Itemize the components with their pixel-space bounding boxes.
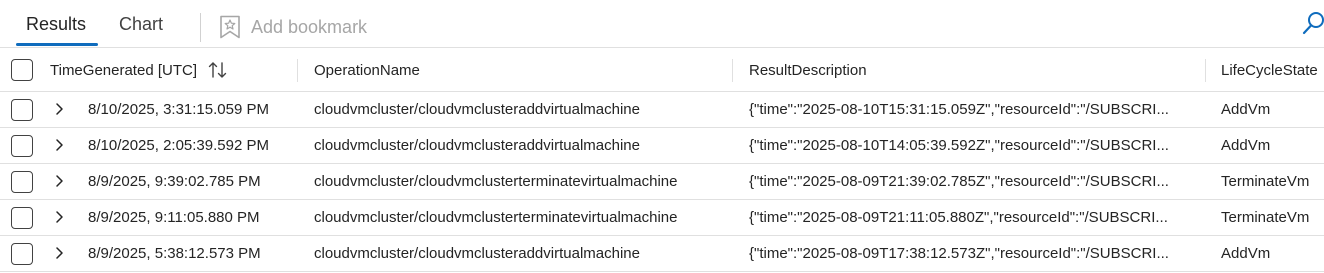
table-header-row: TimeGenerated [UTC] OperationName Result… [0, 49, 1324, 92]
toolbar-divider [200, 13, 201, 42]
cell-lifecyclestate: TerminateVm [1221, 173, 1310, 190]
row-select-checkbox[interactable] [11, 171, 33, 193]
column-header-label: LifeCycleState [1221, 61, 1318, 79]
cell-timegenerated: 8/10/2025, 3:31:15.059 PM [88, 101, 269, 118]
table-body: 8/10/2025, 3:31:15.059 PM cloudvmcluster/… [0, 92, 1324, 272]
column-divider[interactable] [1205, 59, 1206, 82]
column-divider[interactable] [297, 59, 298, 82]
table-row[interactable]: 8/9/2025, 9:39:02.785 PM cloudvmcluster/c… [0, 164, 1324, 200]
table-row[interactable]: 8/10/2025, 3:31:15.059 PM cloudvmcluster/… [0, 92, 1324, 128]
cell-timegenerated: 8/10/2025, 2:05:39.592 PM [88, 137, 269, 154]
sort-arrows-icon[interactable] [207, 60, 229, 80]
cell-lifecyclestate: AddVm [1221, 245, 1271, 262]
column-header-timegenerated[interactable]: TimeGenerated [UTC] [50, 49, 290, 91]
bookmark-icon [220, 15, 240, 39]
active-tab-indicator [16, 43, 98, 46]
cell-resultdescription: {"time":"2025-08-09T21:11:05.880Z","reso… [749, 209, 1168, 226]
cell-operationname: cloudvmcluster/cloudvmclusteraddvirtualm… [314, 245, 640, 262]
column-header-label: TimeGenerated [UTC] [50, 61, 197, 79]
cell-operationname: cloudvmcluster/cloudvmclusteraddvirtualm… [314, 101, 640, 118]
table-row[interactable]: 8/10/2025, 2:05:39.592 PM cloudvmcluster/… [0, 128, 1324, 164]
column-header-operationname[interactable]: OperationName [314, 49, 729, 91]
row-select-checkbox[interactable] [11, 135, 33, 157]
column-header-label: ResultDescription [749, 61, 867, 79]
add-bookmark-button[interactable]: Add bookmark [219, 15, 367, 39]
table-row[interactable]: 8/9/2025, 5:38:12.573 PM cloudvmcluster/c… [0, 236, 1324, 272]
cell-timegenerated: 8/9/2025, 9:11:05.880 PM [88, 209, 260, 226]
row-select-checkbox[interactable] [11, 207, 33, 229]
column-header-lifecyclestate[interactable]: LifeCycleState [1221, 49, 1324, 91]
cell-operationname: cloudvmcluster/cloudvmclusteraddvirtualm… [314, 137, 640, 154]
cell-operationname: cloudvmcluster/cloudvmclusterterminatevi… [314, 209, 678, 226]
select-all-checkbox[interactable] [11, 59, 33, 81]
results-toolbar: Results Chart Add bookmark [0, 0, 1324, 48]
column-header-label: OperationName [314, 61, 420, 79]
cell-operationname: cloudvmcluster/cloudvmclusterterminatevi… [314, 173, 678, 190]
column-divider[interactable] [732, 59, 733, 82]
add-bookmark-label: Add bookmark [251, 16, 368, 37]
chevron-right-icon[interactable] [52, 136, 68, 154]
cell-lifecyclestate: AddVm [1221, 101, 1271, 118]
cell-resultdescription: {"time":"2025-08-09T21:39:02.785Z","reso… [749, 173, 1169, 190]
cell-timegenerated: 8/9/2025, 5:38:12.573 PM [88, 245, 261, 262]
cell-resultdescription: {"time":"2025-08-10T14:05:39.592Z","reso… [749, 137, 1169, 154]
row-select-checkbox[interactable] [11, 99, 33, 121]
results-table: TimeGenerated [UTC] OperationName Result… [0, 49, 1324, 272]
chevron-right-icon[interactable] [52, 172, 68, 190]
chevron-right-icon[interactable] [52, 208, 68, 226]
table-row[interactable]: 8/9/2025, 9:11:05.880 PM cloudvmcluster/c… [0, 200, 1324, 236]
chevron-right-icon[interactable] [52, 100, 68, 118]
cell-lifecyclestate: TerminateVm [1221, 209, 1310, 226]
row-select-checkbox[interactable] [11, 243, 33, 265]
cell-timegenerated: 8/9/2025, 9:39:02.785 PM [88, 173, 261, 190]
tab-results[interactable]: Results [26, 14, 86, 35]
column-header-resultdescription[interactable]: ResultDescription [749, 49, 1189, 91]
chevron-right-icon[interactable] [52, 244, 68, 262]
search-icon[interactable] [1302, 10, 1324, 36]
cell-resultdescription: {"time":"2025-08-09T17:38:12.573Z","reso… [749, 245, 1169, 262]
tab-chart[interactable]: Chart [119, 14, 163, 35]
cell-resultdescription: {"time":"2025-08-10T15:31:15.059Z","reso… [749, 101, 1169, 118]
cell-lifecyclestate: AddVm [1221, 137, 1271, 154]
